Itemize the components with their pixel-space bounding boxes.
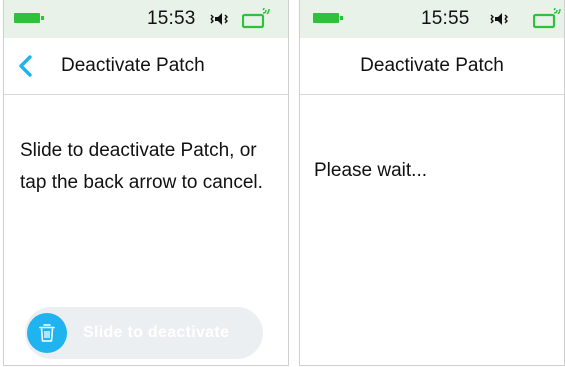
battery-icon bbox=[313, 13, 343, 23]
instruction-text: Slide to deactivate Patch, or tap the ba… bbox=[20, 140, 263, 193]
deactivate-slider[interactable]: Slide to deactivate bbox=[25, 307, 263, 359]
wait-message: Please wait... bbox=[314, 160, 427, 181]
status-bar: 15:53 bbox=[4, 0, 288, 38]
page-title: Deactivate Patch bbox=[61, 55, 205, 76]
slider-handle[interactable] bbox=[27, 313, 67, 353]
mute-icon bbox=[490, 13, 508, 25]
status-time: 15:55 bbox=[421, 8, 470, 29]
screen-header: Deactivate Patch bbox=[4, 38, 288, 95]
trash-icon bbox=[39, 324, 55, 342]
status-time: 15:53 bbox=[147, 8, 196, 29]
pump-status-icon bbox=[533, 7, 561, 29]
battery-icon bbox=[14, 13, 44, 23]
status-bar: 15:55 bbox=[300, 0, 564, 38]
pump-status-icon bbox=[242, 7, 270, 29]
chevron-left-icon[interactable] bbox=[16, 54, 36, 78]
slider-label: Slide to deactivate bbox=[83, 324, 230, 341]
deactivate-progress-screen: 15:55 Deactivate Patch Please wait... bbox=[299, 0, 565, 366]
deactivate-confirm-screen: 15:53 Deactivate Patch Slide to deactiva… bbox=[3, 0, 289, 366]
mute-icon bbox=[210, 13, 228, 25]
screen-header: Deactivate Patch bbox=[300, 38, 564, 95]
page-title: Deactivate Patch bbox=[360, 55, 504, 76]
